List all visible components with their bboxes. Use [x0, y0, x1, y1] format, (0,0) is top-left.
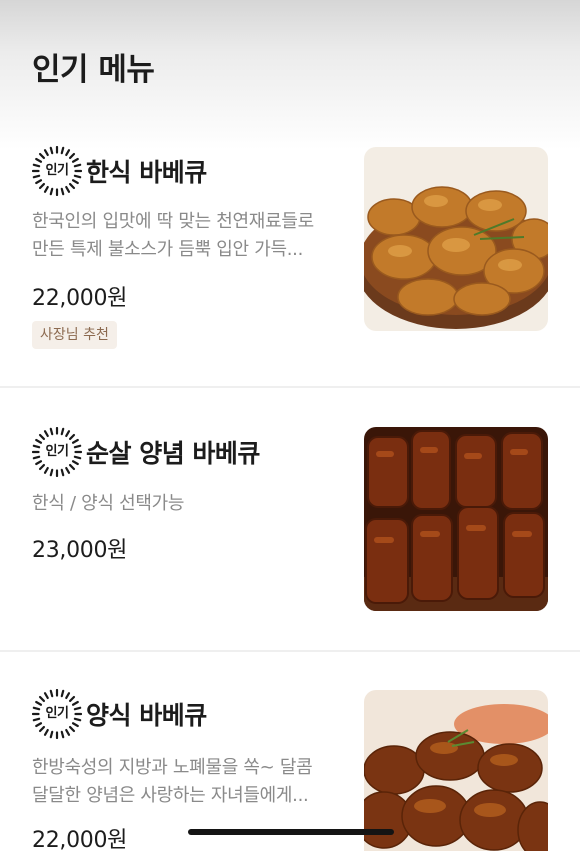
page-title: 인기 메뉴 — [32, 52, 155, 88]
menu-item-price: 23,000원 — [32, 538, 128, 563]
menu-item-description: 한방숙성의 지방과 노폐물을 쏙~ 달콤 달달한 양념은 사랑하는 자녀들에게.… — [32, 754, 348, 810]
section-divider — [0, 386, 580, 388]
description-line: 한식 / 양식 선택가능 — [32, 493, 185, 514]
description-line: 한국인의 입맛에 딱 맞는 천연재료들로 — [32, 211, 314, 232]
menu-item-name-row: 인기 순살 양념 바베큐 — [32, 426, 260, 478]
section-divider — [0, 650, 580, 652]
popular-badge-label: 인기 — [45, 163, 69, 178]
menu-item-name: 양식 바베큐 — [86, 701, 207, 730]
menu-item-price: 22,000원 — [32, 286, 128, 311]
menu-item-description: 한국인의 입맛에 딱 맞는 천연재료들로 만든 특제 불소스가 듬뿍 입안 가득… — [32, 208, 348, 264]
menu-item-name-row: 인기 양식 바베큐 — [32, 688, 207, 740]
home-indicator[interactable] — [188, 829, 394, 835]
menu-item-description: 한식 / 양식 선택가능 — [32, 490, 348, 518]
description-line: 한방숙성의 지방과 노폐물을 쏙~ 달콤 — [32, 757, 313, 778]
menu-item-photo — [364, 690, 548, 851]
description-line: 만든 특제 불소스가 듬뿍 입안 가득... — [32, 239, 304, 260]
popular-badge-icon: 인기 — [32, 427, 82, 477]
menu-item-photo — [364, 147, 548, 331]
popular-badge-label: 인기 — [45, 706, 69, 721]
menu-item-price: 22,000원 — [32, 828, 128, 853]
popular-badge-icon: 인기 — [32, 689, 82, 739]
menu-item-photo — [364, 427, 548, 611]
popular-badge-label: 인기 — [45, 444, 69, 459]
menu-item-name: 순살 양념 바베큐 — [86, 439, 260, 468]
description-line: 달달한 양념은 사랑하는 자녀들에게... — [32, 785, 309, 806]
menu-item-name: 한식 바베큐 — [86, 158, 207, 187]
owner-recommend-tag: 사장님 추천 — [32, 321, 117, 349]
popular-badge-icon: 인기 — [32, 146, 82, 196]
menu-item-name-row: 인기 한식 바베큐 — [32, 145, 207, 197]
